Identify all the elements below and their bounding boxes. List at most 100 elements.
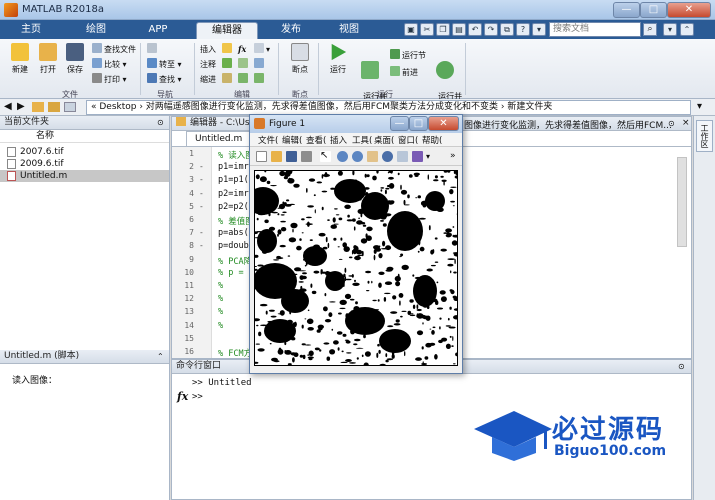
breakpoint-marker[interactable]: - xyxy=(199,202,204,211)
code-line[interactable]: % FCM方 xyxy=(218,347,252,359)
advance-button[interactable]: 前进 xyxy=(390,66,418,79)
brush-icon[interactable] xyxy=(412,151,423,162)
figure-menu-item[interactable]: 窗口( xyxy=(398,134,418,146)
indent-button[interactable]: 缩进 xyxy=(200,73,216,86)
cut-quick-icon[interactable]: ✂ xyxy=(420,23,434,36)
breakpoint-marker[interactable]: - xyxy=(199,162,204,171)
workspace-tab[interactable]: 工作区 xyxy=(696,120,713,152)
figure-close-button[interactable]: ✕ xyxy=(428,116,459,131)
help-quick-icon[interactable]: ? xyxy=(516,23,530,36)
toolbar-overflow-icon[interactable]: » xyxy=(450,151,456,161)
insert-dropdown-icon[interactable]: ▾ xyxy=(254,43,270,56)
tab-publish[interactable]: 发布 xyxy=(268,22,314,39)
increase-indent-icon[interactable] xyxy=(238,73,250,86)
folder-icon[interactable] xyxy=(32,102,44,112)
insert-section-icon[interactable] xyxy=(222,43,234,56)
file-row[interactable]: 2009.6.tif xyxy=(0,158,169,170)
code-line[interactable]: % xyxy=(218,294,223,304)
search-input[interactable]: 搜索文档 xyxy=(549,22,641,37)
zoom-out-icon[interactable] xyxy=(352,151,363,162)
print-figure-icon[interactable] xyxy=(301,151,312,162)
tab-home[interactable]: 主页 xyxy=(10,22,52,39)
command-prompt[interactable]: >> xyxy=(192,392,203,402)
decrease-indent-icon[interactable] xyxy=(254,73,266,86)
editor-scrollbar[interactable] xyxy=(677,157,687,247)
fx-insert-button[interactable]: fx xyxy=(238,43,246,56)
wrap-comment-icon[interactable] xyxy=(254,58,266,71)
panel-options-icon[interactable]: ⊙ xyxy=(157,118,164,127)
uncomment-icon[interactable] xyxy=(238,58,250,71)
figure-menu-item[interactable]: 桌面( xyxy=(374,134,394,146)
maximize-button[interactable]: □ xyxy=(640,2,667,18)
new-figure-icon[interactable] xyxy=(256,151,267,162)
search-icon[interactable]: ⌕ xyxy=(643,23,657,36)
tab-plots[interactable]: 绘图 xyxy=(70,22,122,39)
forward-arrow-icon[interactable]: ▶ xyxy=(17,101,25,112)
editor-close-icon[interactable]: × xyxy=(682,118,690,128)
details-toggle-icon[interactable]: ⌃ xyxy=(157,352,164,361)
tab-apps[interactable]: APP xyxy=(135,22,181,39)
collapse-ribbon-icon[interactable]: ⌃ xyxy=(680,23,694,36)
address-path[interactable]: « Desktop › 对两幅遥感图像进行变化监测，先求得差值图像，然后用FCM… xyxy=(86,100,691,115)
redo-quick-icon[interactable]: ↷ xyxy=(484,23,498,36)
switch-window-icon[interactable]: ⧉ xyxy=(500,23,514,36)
figure-menu-item[interactable]: 编辑( xyxy=(282,134,302,146)
code-line[interactable]: % p = xyxy=(218,268,249,278)
command-options-icon[interactable]: ⊙ xyxy=(678,362,685,371)
file-row[interactable]: 2007.6.tif xyxy=(0,146,169,158)
breakpoint-marker[interactable]: - xyxy=(199,189,204,198)
data-cursor-icon[interactable] xyxy=(397,151,408,162)
column-header-name[interactable]: 名称 xyxy=(0,130,169,143)
compare-button[interactable]: 比较 ▾ xyxy=(92,58,127,71)
breakpoint-marker[interactable]: - xyxy=(199,175,204,184)
close-button[interactable]: ✕ xyxy=(667,2,711,18)
fx-icon[interactable]: fx xyxy=(177,390,188,403)
copy-quick-icon[interactable]: ❐ xyxy=(436,23,450,36)
brush-dropdown-icon[interactable]: ▾ xyxy=(426,152,430,161)
figure-maximize-button[interactable]: □ xyxy=(409,116,428,131)
find-files-button[interactable]: 查找文件 xyxy=(92,43,136,56)
comment-button[interactable]: 注释 xyxy=(200,58,216,71)
minimize-button[interactable]: — xyxy=(613,2,640,18)
code-line[interactable]: % xyxy=(218,281,223,291)
figure-menu-item[interactable]: 帮助( xyxy=(422,134,442,146)
smart-indent-icon[interactable] xyxy=(222,73,234,86)
breakpoint-marker[interactable]: - xyxy=(199,241,204,250)
comment-percent-icon[interactable] xyxy=(222,58,234,71)
run-button[interactable]: 运行 xyxy=(322,43,354,75)
address-dropdown-icon[interactable]: ▾ xyxy=(697,101,702,112)
rotate-icon[interactable] xyxy=(382,151,393,162)
figure-menu-item[interactable]: 插入 xyxy=(330,134,347,146)
pointer-icon[interactable]: ↖ xyxy=(320,151,331,162)
breakpoint-marker[interactable]: - xyxy=(199,228,204,237)
file-row-selected[interactable]: Untitled.m xyxy=(0,170,169,182)
find-button[interactable]: 查找 ▾ xyxy=(147,73,182,86)
figure-menu-item[interactable]: 查看( xyxy=(306,134,326,146)
figure-minimize-button[interactable]: — xyxy=(390,116,409,131)
save-figure-icon[interactable] xyxy=(286,151,297,162)
editor-options-icon[interactable]: ⊙ xyxy=(668,119,675,128)
notification-icon[interactable]: ▾ xyxy=(663,23,677,36)
figure-menu-item[interactable]: 文件( xyxy=(258,134,278,146)
back-arrow-icon[interactable]: ◀ xyxy=(4,101,12,112)
editor-tab-untitled[interactable]: Untitled.m xyxy=(186,131,256,146)
paste-quick-icon[interactable]: ▤ xyxy=(452,23,466,36)
breakpoints-button[interactable]: 断点 xyxy=(284,43,316,75)
code-line[interactable]: % xyxy=(218,307,223,317)
tab-editor[interactable]: 编辑器 xyxy=(196,22,258,39)
code-line[interactable]: % xyxy=(218,321,223,331)
print-button[interactable]: 打印 ▾ xyxy=(92,73,127,86)
save-button[interactable]: 保存 xyxy=(59,43,91,75)
browse-folder-icon[interactable] xyxy=(64,102,76,112)
nav-arrows[interactable] xyxy=(147,43,159,56)
figure-menu-item[interactable]: 工具( xyxy=(352,134,372,146)
code-line[interactable]: % PCA降 xyxy=(218,255,252,267)
run-section-button[interactable]: 运行节 xyxy=(390,49,426,62)
goto-button[interactable]: 转至 ▾ xyxy=(147,58,182,71)
zoom-in-icon[interactable] xyxy=(337,151,348,162)
pan-icon[interactable] xyxy=(367,151,378,162)
folder-up-icon[interactable] xyxy=(48,102,60,112)
tab-view[interactable]: 视图 xyxy=(326,22,372,39)
expand-quick-icon[interactable]: ▾ xyxy=(532,23,546,36)
open-file-icon[interactable] xyxy=(271,151,282,162)
